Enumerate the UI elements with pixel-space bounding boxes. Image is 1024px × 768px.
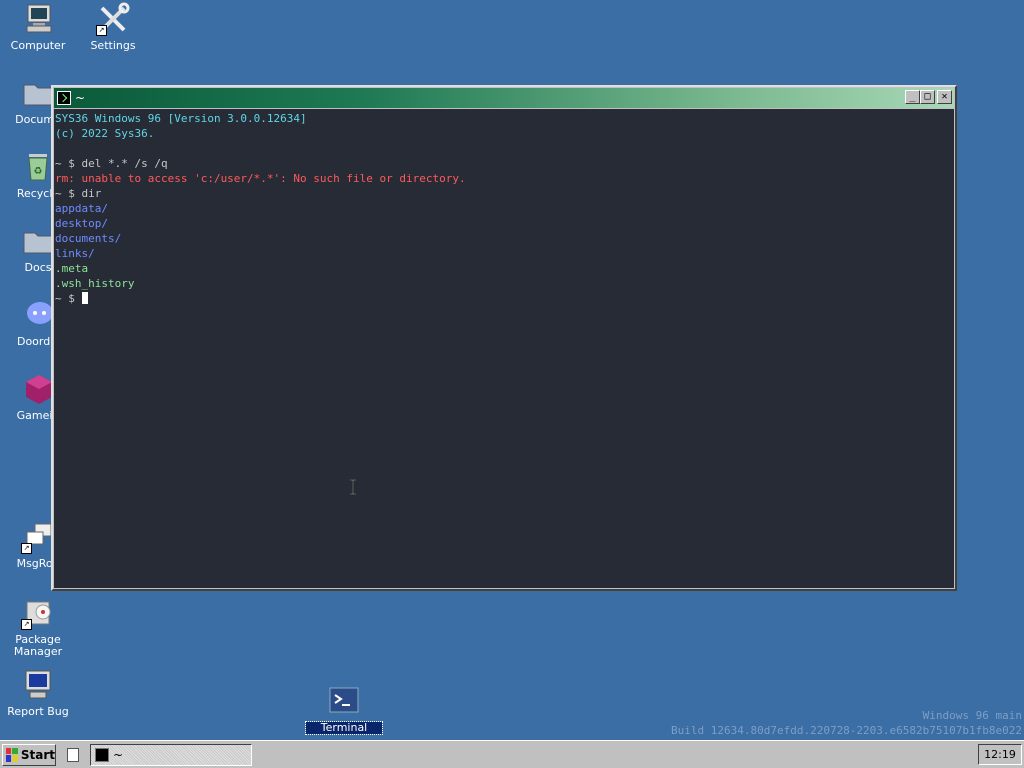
terminal-line: documents/ xyxy=(55,232,122,245)
terminal-line: (c) 2022 Sys36. xyxy=(55,127,155,140)
start-button[interactable]: Start xyxy=(2,743,56,766)
task-title: ~ xyxy=(113,747,124,762)
computer-icon xyxy=(21,2,55,36)
ibeam-cursor-icon xyxy=(350,479,356,495)
terminal-line: rm: unable to access 'c:/user/*.*': No s… xyxy=(55,172,466,185)
terminal-icon xyxy=(95,747,109,762)
document-icon xyxy=(67,747,79,762)
desktop-icon-terminal[interactable]: Terminal xyxy=(305,684,383,735)
close-button[interactable]: ✕ xyxy=(937,90,952,104)
terminal-prompt: ~ $ xyxy=(55,292,82,305)
terminal-icon xyxy=(57,91,71,105)
window-title: ~ xyxy=(75,91,86,105)
terminal-window[interactable]: ~ _ □ ✕ SYS36 Windows 96 [Version 3.0.0.… xyxy=(51,85,957,591)
tools-icon: ↗ xyxy=(96,2,130,36)
text-cursor xyxy=(81,292,88,304)
system-clock: 12:19 xyxy=(978,744,1022,765)
quicklaunch-document-button[interactable] xyxy=(62,744,84,766)
windows-stack-icon: ↗ xyxy=(21,520,55,554)
terminal-line: .wsh_history xyxy=(55,277,135,290)
cube-icon xyxy=(21,372,55,406)
desktop-icon-package-manager[interactable]: ↗ Package Manager xyxy=(0,596,76,658)
folder-icon xyxy=(21,224,55,258)
maximize-button[interactable]: □ xyxy=(920,90,935,104)
terminal-prompt-line[interactable]: ~ $ xyxy=(55,291,953,306)
build-watermark-build: Build 12634.80d7efdd.220728-2203.e6582b7… xyxy=(671,724,1022,737)
terminal-line: .meta xyxy=(55,262,89,275)
terminal-line: ~ $ dir xyxy=(55,187,102,200)
chat-bubble-icon xyxy=(21,298,55,332)
desktop-icon-label: Settings xyxy=(90,39,136,52)
desktop-icon-computer[interactable]: Computer xyxy=(0,2,76,52)
build-watermark-title: Windows 96 main xyxy=(922,709,1022,722)
minimize-button[interactable]: _ xyxy=(905,90,920,104)
windows-logo-icon xyxy=(6,747,18,762)
desktop-icon-settings[interactable]: ↗ Settings xyxy=(75,2,151,52)
desktop-icon-label: Report Bug xyxy=(7,705,69,718)
desktop-icon-label: Package Manager xyxy=(13,633,63,658)
taskbar-task-terminal[interactable]: ~ xyxy=(90,743,252,766)
taskbar: Start ~ 12:19 xyxy=(0,740,1024,768)
desktop-icon-report-bug[interactable]: Report Bug xyxy=(0,668,76,718)
desktop-icon-label: Computer xyxy=(10,39,66,52)
terminal-line: SYS36 Windows 96 [Version 3.0.0.12634] xyxy=(55,112,307,125)
terminal-icon xyxy=(327,684,361,718)
terminal-line: ~ $ del *.* /s /q xyxy=(55,157,168,170)
svg-text:♻: ♻ xyxy=(34,166,43,177)
recycle-bin-icon: ♻ xyxy=(21,150,55,184)
window-titlebar[interactable]: ~ _ □ ✕ xyxy=(54,88,954,108)
terminal-line: desktop/ xyxy=(55,217,108,230)
folder-icon xyxy=(21,76,55,110)
desktop-icon-label: Terminal xyxy=(305,721,383,735)
terminal-output[interactable]: SYS36 Windows 96 [Version 3.0.0.12634] (… xyxy=(54,109,954,588)
monitor-icon xyxy=(21,668,55,702)
start-label: Start xyxy=(20,747,55,762)
terminal-line: appdata/ xyxy=(55,202,108,215)
terminal-line: links/ xyxy=(55,247,95,260)
package-icon: ↗ xyxy=(21,596,55,630)
